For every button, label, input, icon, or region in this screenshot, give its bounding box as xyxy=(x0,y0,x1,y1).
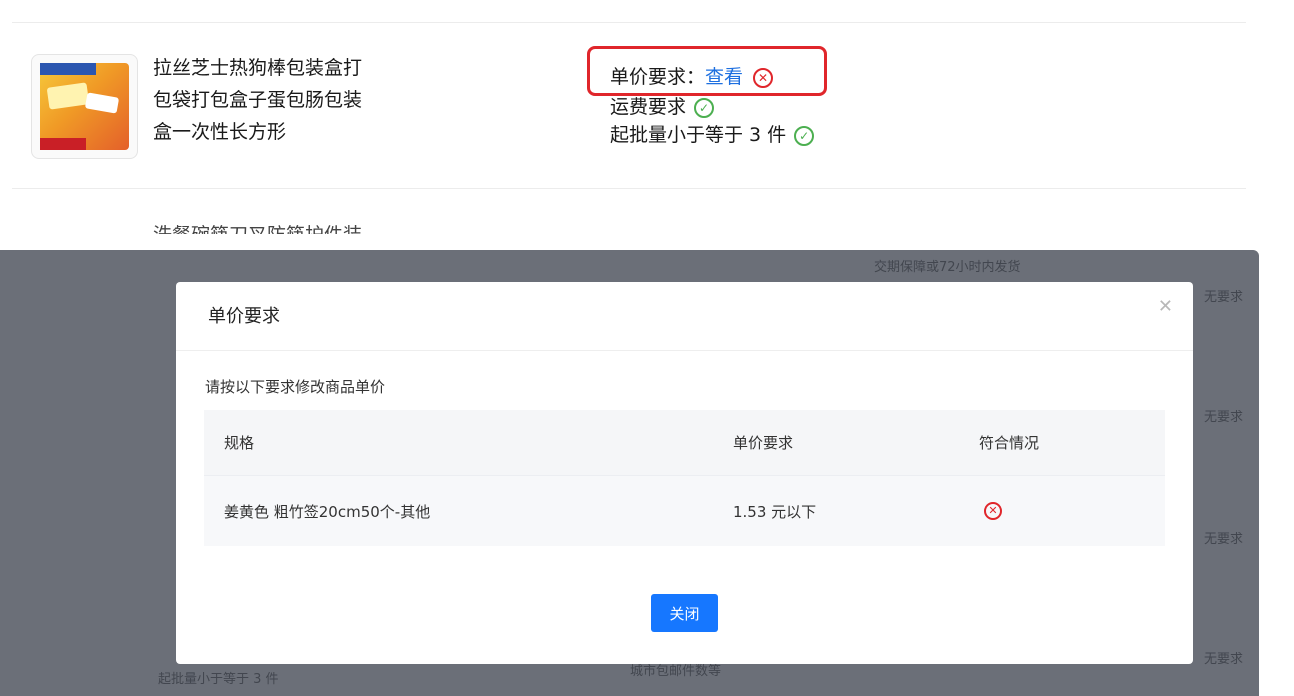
min-batch-requirement: 起批量小于等于 3 件 ✓ xyxy=(610,120,815,147)
check-circle-icon: ✓ xyxy=(694,97,715,118)
unit-price-modal: 单价要求 ✕ 请按以下要求修改商品单价 规格 单价要求 符合情况 姜黄色 粗竹签… xyxy=(176,282,1193,664)
table-header: 规格 单价要求 符合情况 xyxy=(204,410,1165,475)
unit-price-label: 单价要求： xyxy=(610,66,706,88)
error-circle-icon: ✕ xyxy=(753,67,774,88)
unit-price-requirement: 单价要求：查看 ✕ xyxy=(610,62,774,89)
shipping-label: 运费要求 xyxy=(610,96,687,118)
next-product-title: 洗餐碗筷刀叉防筷护件装 xyxy=(153,220,362,234)
no-requirement-label: 无要求 xyxy=(1204,652,1244,667)
column-spec: 规格 xyxy=(224,434,255,452)
bottom-batch-text: 起批量小于等于 3 件 xyxy=(158,672,279,687)
close-button[interactable]: 关闭 xyxy=(651,594,718,632)
product-title[interactable]: 拉丝芝士热狗棒包装盒打 包袋打包盒子蛋包肠包装 盒一次性长方形 xyxy=(153,52,403,148)
product-thumbnail[interactable] xyxy=(31,54,138,159)
error-circle-icon: ✕ xyxy=(984,502,1002,520)
requirements-table: 规格 单价要求 符合情况 姜黄色 粗竹签20cm50个-其他 1.53 元以下 … xyxy=(204,410,1165,546)
top-divider xyxy=(12,22,1246,23)
modal-divider xyxy=(176,350,1193,351)
column-price-req: 单价要求 xyxy=(733,434,794,452)
no-requirement-label: 无要求 xyxy=(1204,532,1244,547)
shipping-requirement: 运费要求 ✓ xyxy=(610,92,715,119)
delivery-text: 交期保障或72小时内发货 xyxy=(874,260,1021,275)
column-status: 符合情况 xyxy=(979,434,1040,452)
spec-cell: 姜黄色 粗竹签20cm50个-其他 xyxy=(224,502,431,521)
view-link[interactable]: 查看 xyxy=(705,66,743,88)
no-requirement-label: 无要求 xyxy=(1204,410,1244,425)
modal-hint: 请按以下要求修改商品单价 xyxy=(205,378,386,396)
no-requirement-label: 无要求 xyxy=(1204,290,1244,305)
table-row: 姜黄色 粗竹签20cm50个-其他 1.53 元以下 ✕ xyxy=(204,475,1165,546)
modal-title: 单价要求 xyxy=(208,306,280,327)
check-circle-icon: ✓ xyxy=(794,125,815,146)
price-req-cell: 1.53 元以下 xyxy=(733,502,817,521)
status-cell: ✕ xyxy=(984,476,1002,546)
min-batch-label: 起批量小于等于 3 件 xyxy=(610,124,787,146)
close-icon[interactable]: ✕ xyxy=(1158,296,1173,317)
row-divider xyxy=(12,188,1246,189)
